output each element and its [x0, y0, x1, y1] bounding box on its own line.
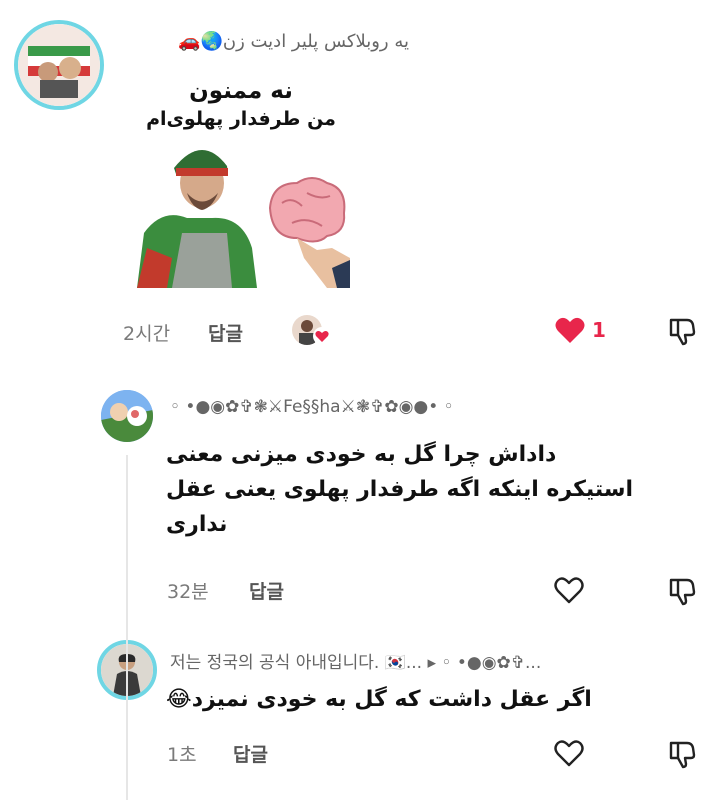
- avatar[interactable]: [14, 20, 104, 110]
- dislike-icon[interactable]: [667, 739, 697, 769]
- like-heart-outline-icon[interactable]: [553, 738, 585, 768]
- comment-timestamp: 2시간: [123, 323, 171, 345]
- comment-text: اگر عقل داشت که گل به خودی نمیزد😂: [166, 687, 592, 712]
- sticker-drawing-icon: [137, 149, 350, 288]
- comment-timestamp: 1초: [167, 744, 197, 766]
- like-heart-outline-icon[interactable]: [553, 575, 585, 605]
- sticker-caption-line2: من طرفدار پهلوی‌ام: [146, 108, 336, 130]
- comment-username[interactable]: یه روبلاکس پلیر ادیت زن🌏🚗: [178, 31, 409, 52]
- comment-username[interactable]: 저는 정국의 공식 아내입니다. 🇰🇷... ▸ ◦ •●◉✿✞...: [170, 648, 541, 673]
- creator-heart-icon: [313, 327, 331, 345]
- comment-text-line: استیکره اینکه اگه طرفدار پهلوی یعنی عقل: [166, 477, 634, 503]
- comment-text-line: نداری: [166, 512, 228, 538]
- like-count: 1: [592, 318, 606, 342]
- like-filled-heart-icon[interactable]: [554, 315, 586, 345]
- comment-username[interactable]: ◦ •●◉✿✞❃⚔Fe§§ha⚔❃✞✿◉●• ◦: [170, 397, 454, 417]
- comment-text-line: داداش چرا گل به خودی میزنی معنی: [166, 442, 557, 467]
- dislike-icon[interactable]: [667, 576, 697, 606]
- thread-line: [126, 455, 128, 800]
- reply-button[interactable]: 답글: [233, 740, 268, 767]
- reply-button[interactable]: 답글: [249, 577, 284, 604]
- reply-button[interactable]: 답글: [208, 319, 243, 346]
- comment-timestamp: 32분: [167, 581, 209, 603]
- avatar[interactable]: [101, 390, 153, 442]
- sticker-image: نه ممنون من طرفدار پهلوی‌ام: [132, 78, 350, 288]
- sticker-caption-line1: نه ممنون: [189, 78, 293, 104]
- dislike-icon[interactable]: [667, 316, 697, 346]
- comment-text: داداش چرا گل به خودی میزنی معنی استیکره …: [166, 437, 696, 543]
